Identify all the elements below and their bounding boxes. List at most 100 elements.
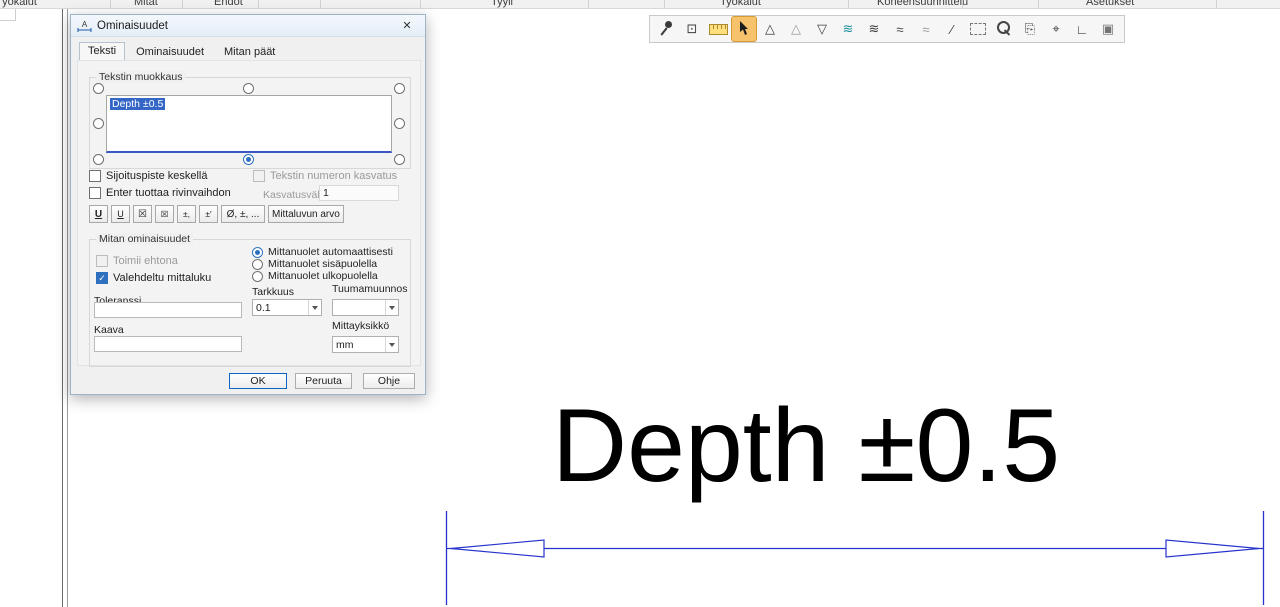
arrows-outside-radio[interactable]: Mittanuolet ulkopuolella [252, 270, 378, 282]
radio-label: Mittanuolet sisäpuolella [268, 258, 377, 270]
anchor-radio-bottom-center[interactable] [243, 154, 254, 165]
checkbox-label: Enter tuottaa rivinvaihdon [106, 187, 231, 199]
anchor-radio-top-center[interactable] [243, 83, 254, 94]
menu-item-ehdot[interactable]: Ehdot [214, 0, 243, 8]
checkbox-label: Sijoituspiste keskellä [106, 170, 208, 182]
center-point-checkbox[interactable]: Sijoituspiste keskellä [89, 170, 208, 182]
menu-item-mitat[interactable]: Mitat [134, 0, 158, 8]
pin-icon[interactable] [654, 17, 678, 41]
precision-label: Tarkkuus [252, 286, 294, 298]
menu-separator [962, 0, 963, 9]
triangle-icon[interactable]: △ [758, 17, 782, 41]
formula-input[interactable] [94, 336, 242, 352]
pick-point-icon[interactable]: ⌖ [1044, 17, 1068, 41]
underline-small-button[interactable]: U [111, 205, 130, 223]
menu-item-asetukset[interactable]: Asetukset [1086, 0, 1134, 8]
superscript-button[interactable]: ±′ [199, 205, 218, 223]
menu-separator [420, 0, 421, 9]
checkbox-box [253, 170, 265, 182]
anchor-radio-mid-left[interactable] [93, 118, 104, 129]
dimension-text-editor[interactable]: Depth ±0.5 [106, 95, 392, 153]
zoom-icon[interactable] [992, 17, 1016, 41]
inch-conversion-select[interactable] [332, 299, 399, 316]
snap-box-icon[interactable]: ⊡ [680, 17, 704, 41]
checkbox-box [96, 272, 108, 284]
layers-dim-icon[interactable]: ≈ [888, 17, 912, 41]
checkbox-box [96, 255, 108, 267]
menu-separator [664, 0, 665, 9]
help-button[interactable]: Ohje [363, 373, 415, 389]
radio-dot [252, 247, 263, 258]
anchor-radio-mid-right[interactable] [394, 118, 405, 129]
filter-icon[interactable]: ▽ [810, 17, 834, 41]
inch-conversion-label: Tuumamuunnos [332, 283, 407, 295]
sheet-corner [0, 9, 16, 21]
checkbox-box [89, 187, 101, 199]
anchor-radio-bottom-right[interactable] [394, 154, 405, 165]
checkbox-box [89, 170, 101, 182]
chevron-down-icon [385, 300, 398, 315]
ok-button[interactable]: OK [229, 373, 287, 389]
menu-separator [258, 0, 259, 9]
menu-item-koneensuunnittelu[interactable]: Koneensuunnittelu [877, 0, 968, 8]
anchor-radio-top-left[interactable] [93, 83, 104, 94]
layers-icon[interactable]: ≋ [862, 17, 886, 41]
menu-separator [1216, 0, 1217, 9]
checkbox-label: Toimii ehtona [113, 255, 178, 267]
close-icon[interactable]: ✕ [395, 16, 419, 36]
arrows-inside-radio[interactable]: Mittanuolet sisäpuolella [252, 258, 377, 270]
menu-separator [110, 0, 111, 9]
select-cursor-icon[interactable] [732, 17, 756, 41]
dimension-entity[interactable] [447, 511, 1264, 605]
unit-select[interactable]: mm [332, 336, 399, 353]
text-edit-group-label: Tekstin muokkaus [96, 71, 185, 83]
dimension-properties-group: Mitan ominaisuudet Toimii ehtona Valehde… [89, 239, 411, 367]
unit-label: Mittayksikkö [332, 320, 389, 332]
menubar: Työkalut Mitat Ehdot Tyyli Työkalut Kone… [0, 0, 1280, 9]
menu-item-tyyli[interactable]: Tyyli [491, 0, 513, 8]
line-icon[interactable]: ∕ [940, 17, 964, 41]
unit-value: mm [336, 339, 385, 351]
false-dimension-value-checkbox[interactable]: Valehdeltu mittaluku [96, 272, 211, 284]
cancel-button[interactable]: Peruuta [295, 373, 352, 389]
boxed-text-small-button[interactable]: ☒ [155, 205, 174, 223]
dimension-arrow-right[interactable] [1166, 540, 1259, 557]
menu-item-tyokalut-2[interactable]: Työkalut [720, 0, 761, 8]
tolerance-input[interactable] [94, 302, 242, 318]
precision-select[interactable]: 0.1 [252, 299, 322, 316]
format-button-row: U U ☒ ☒ ±, ±′ Ø, ±, ... Mittaluvun arvo [89, 205, 344, 223]
tab-teksti[interactable]: Teksti [79, 42, 125, 60]
clipboard-icon[interactable]: ⎘ [1018, 17, 1042, 41]
radio-dot [252, 259, 263, 270]
underline-button[interactable]: U [89, 205, 108, 223]
dialog-tabs: Teksti Ominaisuudet Mitan päät [79, 43, 284, 61]
tab-ominaisuudet[interactable]: Ominaisuudet [127, 43, 213, 61]
tab-mitan-paat[interactable]: Mitan päät [215, 43, 284, 61]
dimension-arrow-left[interactable] [451, 540, 544, 557]
growth-interval-label: Kasvatusväli [263, 189, 322, 201]
arrows-auto-radio[interactable]: Mittanuolet automaattisesti [252, 246, 393, 258]
triangle-dashed-icon[interactable]: △ [784, 17, 808, 41]
acts-as-condition-checkbox: Toimii ehtona [96, 255, 178, 267]
move-axes-icon[interactable]: ∟ [1070, 17, 1094, 41]
subscript-button[interactable]: ±, [177, 205, 196, 223]
ruler-icon[interactable] [706, 17, 730, 41]
dimension-value-button[interactable]: Mittaluvun arvo [268, 205, 344, 223]
svg-text:A: A [82, 20, 88, 29]
menu-item-tyokalut-1[interactable]: Työkalut [0, 0, 37, 8]
layers-active-icon[interactable]: ≋ [836, 17, 860, 41]
chevron-down-icon [308, 300, 321, 315]
selection-rect-icon[interactable] [966, 17, 990, 41]
anchor-radio-top-right[interactable] [394, 83, 405, 94]
layers-flat-icon[interactable]: ≈ [914, 17, 938, 41]
radio-label: Mittanuolet ulkopuolella [268, 270, 378, 282]
enter-newline-checkbox[interactable]: Enter tuottaa rivinvaihdon [89, 187, 231, 199]
menu-separator [848, 0, 849, 9]
anchor-radio-bottom-left[interactable] [93, 154, 104, 165]
boxed-text-button[interactable]: ☒ [133, 205, 152, 223]
special-symbols-button[interactable]: Ø, ±, ... [221, 205, 265, 223]
menu-separator [182, 0, 183, 9]
dialog-titlebar[interactable]: A Ominaisuudet ✕ [71, 15, 425, 37]
dialog-title: Ominaisuudet [97, 20, 395, 32]
schema-icon[interactable]: ▣ [1096, 17, 1120, 41]
